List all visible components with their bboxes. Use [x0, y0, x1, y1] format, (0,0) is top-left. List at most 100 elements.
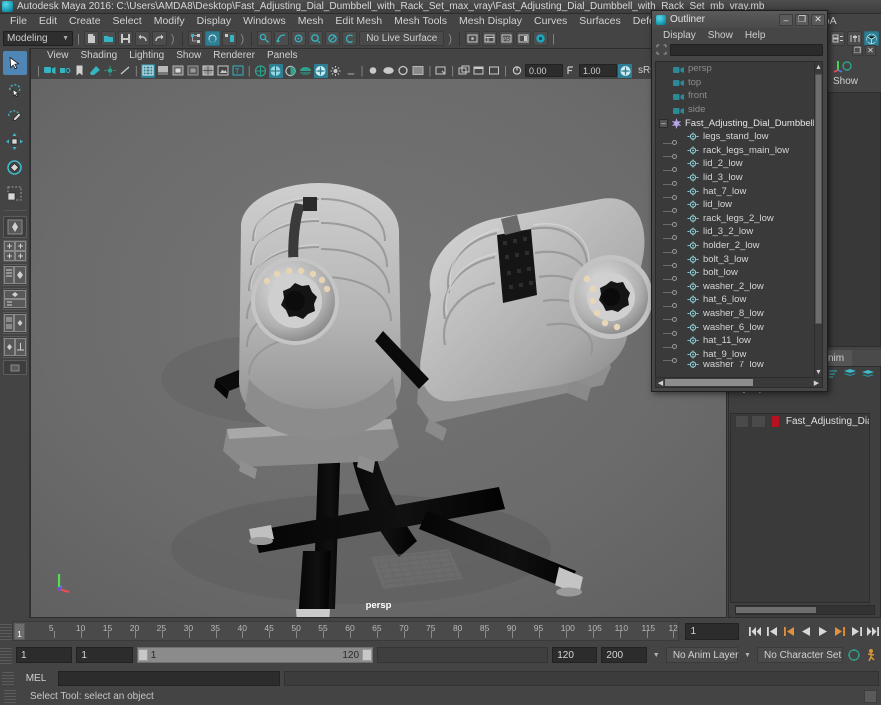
menu-edit[interactable]: Edit [33, 14, 63, 29]
attribute-panel-icon[interactable] [847, 31, 862, 46]
outliner-item-hat-6-low[interactable]: hat_6_low [656, 293, 814, 309]
outliner-item-side[interactable]: side [656, 103, 814, 117]
outliner-item-rack-legs-2-low[interactable]: rack_legs_2_low [656, 212, 814, 227]
menu-surfaces[interactable]: Surfaces [573, 14, 626, 29]
two-sided-lighting-icon[interactable] [103, 64, 117, 78]
save-scene-button[interactable] [117, 31, 133, 46]
viewport-menu-show[interactable]: Show [170, 49, 207, 62]
anim-end-field[interactable]: 200 [601, 647, 647, 663]
viewport-menu-renderer[interactable]: Renderer [207, 49, 261, 62]
persp-graph-layout-button[interactable] [2, 288, 27, 310]
redo-button[interactable] [151, 31, 167, 46]
menu-windows[interactable]: Windows [237, 14, 292, 29]
outliner-search-input[interactable] [670, 43, 823, 56]
scroll-up-icon[interactable]: ▲ [815, 62, 822, 72]
menu-mesh-tools[interactable]: Mesh Tools [388, 14, 453, 29]
panel-tear-off-icon[interactable] [457, 64, 471, 78]
select-by-object-type-button[interactable] [204, 31, 220, 46]
show-hide-attribute-editor-button[interactable] [465, 31, 481, 46]
viewport-menu-shading[interactable]: Shading [75, 49, 124, 62]
command-input[interactable] [58, 670, 280, 686]
outliner-item-top[interactable]: top [656, 76, 814, 90]
scroll-left-icon[interactable]: ◀ [657, 378, 664, 387]
flat-shade-icon[interactable] [186, 64, 200, 78]
menu-modify[interactable]: Modify [148, 14, 191, 29]
color-management-icon[interactable] [618, 63, 633, 78]
playback-options-chevron-icon[interactable]: ▼ [651, 652, 662, 659]
command-language-label[interactable]: MEL [18, 673, 54, 684]
shadows-icon[interactable] [118, 64, 132, 78]
outliner-vscroll-thumb[interactable] [815, 74, 822, 324]
select-camera-icon[interactable] [43, 64, 57, 78]
show-hide-channel-box-button[interactable]: PR [499, 31, 515, 46]
menu-mesh[interactable]: Mesh [292, 14, 330, 29]
grid-display-icon[interactable] [381, 64, 395, 78]
paint-select-tool-button[interactable] [3, 103, 27, 127]
snap-to-view-plane-button[interactable] [325, 31, 341, 46]
outliner-item-lid-3-low[interactable]: lid_3_low [656, 171, 814, 187]
minimize-icon[interactable]: – [779, 13, 793, 26]
menu-curves[interactable]: Curves [528, 14, 573, 29]
outliner-menu-display[interactable]: Display [657, 30, 702, 41]
anim-layer-chevron-icon[interactable]: ▼ [742, 652, 753, 659]
render-view-button[interactable] [533, 31, 549, 46]
outliner-menu-show[interactable]: Show [702, 30, 739, 41]
exposure-field[interactable]: 0.00 [525, 64, 564, 77]
rotate-tool-button[interactable] [3, 155, 27, 179]
smooth-shade-all-icon[interactable] [156, 64, 170, 78]
range-start-handle[interactable] [137, 649, 148, 661]
step-forward-frame-button[interactable] [832, 624, 847, 639]
menu-create[interactable]: Create [63, 14, 107, 29]
time-slider-grip[interactable] [0, 622, 12, 640]
step-back-key-button[interactable] [764, 624, 779, 639]
snap-to-point-button[interactable] [291, 31, 307, 46]
auto-keyframe-toggle[interactable] [847, 648, 862, 663]
undo-button[interactable] [134, 31, 150, 46]
xray-mode-icon[interactable] [254, 64, 268, 78]
single-perspective-layout-button[interactable] [2, 216, 27, 238]
outliner-hscroll-thumb[interactable] [665, 379, 753, 386]
resolution-gate-icon[interactable] [411, 64, 425, 78]
close-icon[interactable]: ✕ [811, 13, 825, 26]
undock-icon[interactable]: ❐ [852, 45, 863, 56]
go-to-start-button[interactable] [747, 624, 762, 639]
outliner-item-hat-9-low[interactable]: hat_9_low [656, 347, 814, 363]
viewport-menu-lighting[interactable]: Lighting [123, 49, 170, 62]
outliner-item-front[interactable]: front [656, 89, 814, 103]
wireframe-shading-icon[interactable] [140, 63, 155, 78]
maximize-icon[interactable]: ❐ [795, 13, 809, 26]
anim-layer-dropdown[interactable]: No Anim Layer [665, 647, 738, 663]
xray-active-components-icon[interactable] [284, 64, 298, 78]
panel-toolbar-toggle-icon[interactable] [472, 64, 486, 78]
use-default-material-icon[interactable]: T [231, 64, 245, 78]
scale-tool-button[interactable] [3, 181, 27, 205]
viewport-lights-icon[interactable] [329, 64, 343, 78]
range-end-field[interactable]: 120 [552, 647, 598, 663]
outliner-item-persp[interactable]: persp [656, 62, 814, 76]
snap-to-projected-center-button[interactable] [308, 31, 324, 46]
outliner-item-legs-stand-low[interactable]: legs_stand_low [656, 130, 814, 146]
gamma-reset-icon[interactable] [564, 64, 578, 78]
show-hide-tool-settings-button[interactable] [482, 31, 498, 46]
open-scene-button[interactable] [100, 31, 116, 46]
outliner-item-fast-adjusting-dial-dumbbell-w[interactable]: – Fast_Adjusting_Dial_Dumbbell_w [656, 116, 814, 130]
layer-row[interactable]: Fast_Adjusting_Dial_D [731, 414, 869, 429]
range-slider-grip[interactable] [0, 646, 12, 664]
animation-preferences-button[interactable] [866, 648, 881, 663]
live-surface-field[interactable]: No Live Surface [359, 31, 445, 46]
viewport-menu-panels[interactable]: Panels [261, 49, 304, 62]
menu-display[interactable]: Display [191, 14, 237, 29]
outliner-item-rack-legs-main-low[interactable]: rack_legs_main_low [656, 144, 814, 159]
outliner-item-lid-2-low[interactable]: lid_2_low [656, 157, 814, 173]
outliner-item-hat-11-low[interactable]: hat_11_low [656, 334, 814, 350]
viewport-shadow-icon[interactable] [344, 64, 358, 78]
select-by-hierarchy-button[interactable] [187, 31, 203, 46]
scroll-down-icon[interactable]: ▼ [815, 367, 822, 377]
wireframe-on-shaded-icon[interactable] [201, 64, 215, 78]
range-slider-track[interactable]: 1 120 [136, 647, 374, 663]
go-to-end-button[interactable] [866, 624, 881, 639]
make-live-button[interactable] [342, 31, 358, 46]
outliner-tree[interactable]: persp top front side – Fast_Adjusting_Dial_Du… [655, 61, 815, 378]
scroll-right-icon[interactable]: ▶ [813, 378, 820, 387]
viewport-renderer-icon[interactable] [313, 63, 328, 78]
